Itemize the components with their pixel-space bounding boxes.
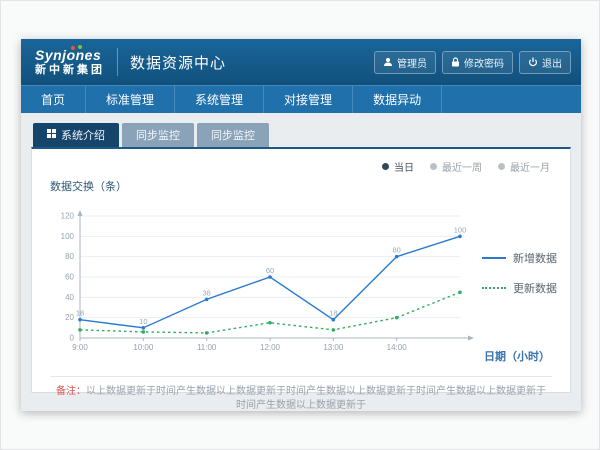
period-filter-last-week[interactable]: 最近一周	[430, 159, 482, 174]
svg-text:60: 60	[266, 266, 274, 275]
series-legend: 新增数据 更新数据	[482, 250, 557, 296]
series-label: 更新数据	[513, 280, 557, 296]
tab-label: 同步监控	[211, 127, 255, 143]
dot-icon	[498, 163, 505, 170]
lock-icon	[451, 57, 460, 67]
solid-line-swatch-icon	[482, 257, 506, 259]
chart-panel: 当日 最近一周 最近一月 数据交换（条） 0 20 40 60 80 100 120 9:00…	[31, 147, 571, 393]
main-nav: 首页 标准管理 系统管理 对接管理 数据异动	[21, 85, 581, 113]
grid-icon	[47, 129, 56, 141]
dotted-line-swatch-icon	[482, 287, 506, 289]
svg-text:80: 80	[65, 252, 74, 261]
period-filter-label: 当日	[394, 159, 414, 174]
line-chart: 0 20 40 60 80 100 120 9:00 10:00 11:00 12:00 13:00 1…	[46, 196, 478, 364]
svg-text:18: 18	[76, 309, 84, 318]
header-divider	[117, 48, 118, 76]
svg-text:38: 38	[202, 288, 210, 297]
logo-wordmark: Synjones	[35, 48, 105, 63]
tab-sync-monitor-2[interactable]: 同步监控	[197, 123, 269, 147]
footnote-text: 以上数据更新于时间产生数据以上数据更新于时间产生数据以上数据更新于时间产生数据以…	[86, 386, 546, 411]
power-icon	[528, 57, 538, 67]
svg-text:120: 120	[61, 212, 75, 221]
logo-green-dot-icon	[78, 45, 82, 49]
svg-text:60: 60	[65, 273, 74, 282]
svg-text:10:00: 10:00	[133, 343, 154, 352]
period-filter-legend: 当日 最近一周 最近一月	[46, 155, 556, 174]
svg-text:12:00: 12:00	[260, 343, 281, 352]
logout-button[interactable]: 退出	[519, 51, 571, 74]
series-label: 新增数据	[513, 250, 557, 266]
period-filter-last-month[interactable]: 最近一月	[498, 159, 550, 174]
change-password-label: 修改密码	[464, 55, 504, 70]
svg-text:40: 40	[65, 293, 74, 302]
legend-item-new-data: 新增数据	[482, 250, 557, 266]
nav-item-home[interactable]: 首页	[21, 86, 86, 113]
divider	[50, 376, 552, 377]
svg-text:20: 20	[65, 313, 74, 322]
period-filter-today[interactable]: 当日	[382, 159, 414, 174]
legend-item-updated-data: 更新数据	[482, 280, 557, 296]
tab-label: 同步监控	[136, 127, 180, 143]
svg-text:14:00: 14:00	[387, 343, 408, 352]
logout-label: 退出	[542, 55, 562, 70]
nav-item-data-changes[interactable]: 数据异动	[353, 86, 442, 113]
svg-text:100: 100	[61, 232, 75, 241]
tab-sync-monitor-1[interactable]: 同步监控	[122, 123, 194, 147]
period-filter-label: 最近一周	[442, 159, 482, 174]
footnote: 备注：以上数据更新于时间产生数据以上数据更新于时间产生数据以上数据更新于时间产生…	[46, 385, 556, 413]
user-icon	[383, 57, 393, 67]
svg-text:10: 10	[139, 317, 147, 326]
content-area: 系统介绍 同步监控 同步监控 当日 最	[21, 113, 581, 411]
admin-user-button[interactable]: 管理员	[374, 51, 436, 74]
tab-system-intro[interactable]: 系统介绍	[33, 123, 119, 147]
svg-text:0: 0	[70, 334, 75, 343]
svg-text:11:00: 11:00	[197, 343, 217, 352]
change-password-button[interactable]: 修改密码	[442, 51, 513, 74]
svg-text:80: 80	[392, 246, 400, 255]
logo-red-dot-icon	[71, 46, 75, 50]
admin-user-label: 管理员	[397, 55, 427, 70]
y-axis-title: 数据交换（条）	[50, 178, 556, 194]
period-filter-label: 最近一月	[510, 159, 550, 174]
svg-text:13:00: 13:00	[323, 343, 344, 352]
header: Synjones 新中新集团 数据资源中心 管理员 修改密码	[21, 39, 581, 85]
dot-icon	[430, 163, 437, 170]
footnote-label: 备注：	[56, 386, 86, 397]
page-title: 数据资源中心	[130, 52, 226, 73]
nav-item-system-mgmt[interactable]: 系统管理	[175, 86, 264, 113]
desktop-background: Synjones 新中新集团 数据资源中心 管理员 修改密码	[0, 0, 600, 450]
svg-text:18: 18	[329, 309, 337, 318]
app-window: Synjones 新中新集团 数据资源中心 管理员 修改密码	[21, 39, 581, 411]
svg-text:9:00: 9:00	[72, 343, 88, 352]
nav-item-integration-mgmt[interactable]: 对接管理	[264, 86, 353, 113]
nav-item-standard-mgmt[interactable]: 标准管理	[86, 86, 175, 113]
tab-label: 系统介绍	[61, 127, 105, 143]
logo: Synjones 新中新集团	[31, 48, 105, 76]
svg-text:100: 100	[454, 225, 467, 234]
dot-icon	[382, 163, 389, 170]
logo-subtext: 新中新集团	[35, 65, 105, 77]
chart-row: 0 20 40 60 80 100 120 9:00 10:00 11:00 12:00 13:00 1…	[46, 196, 556, 364]
logo-text: Synjones	[35, 47, 101, 63]
tab-bar: 系统介绍 同步监控 同步监控	[31, 123, 571, 147]
